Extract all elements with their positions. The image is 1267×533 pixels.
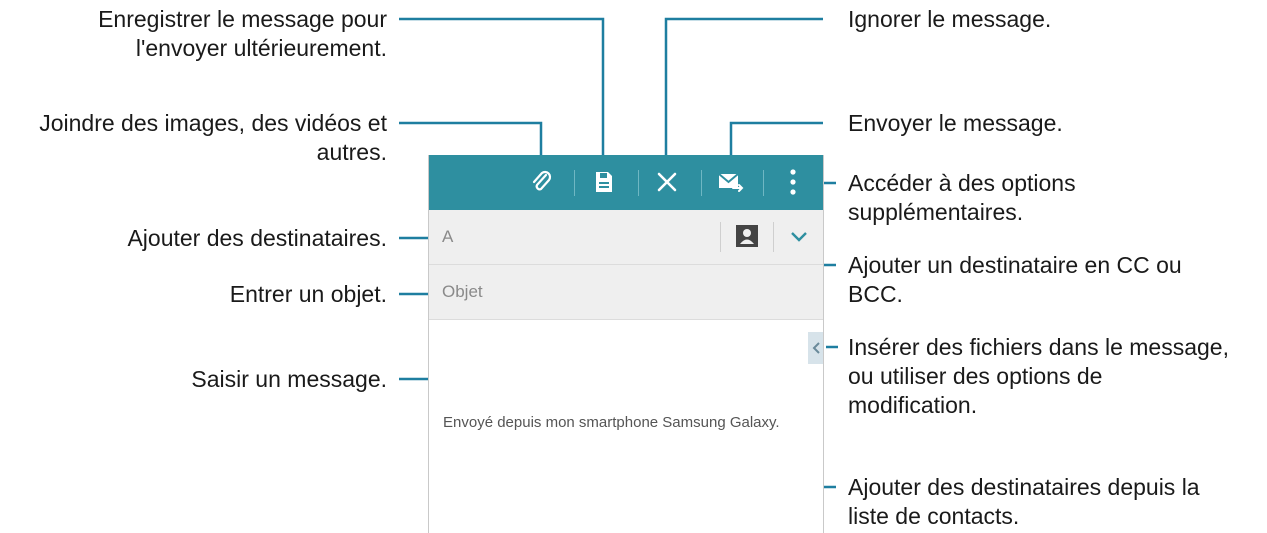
callout-attach: Joindre des images, des vidéos et autres… — [39, 110, 387, 165]
action-separator — [763, 170, 764, 196]
subject-field[interactable]: Objet — [442, 282, 483, 302]
chevron-down-icon — [791, 232, 807, 242]
action-separator — [574, 170, 575, 196]
field-separator — [720, 222, 721, 252]
callout-recipients: Ajouter des destinataires. — [127, 225, 387, 251]
callout-cc-bcc: Ajouter un destinataire en CC ou BCC. — [848, 252, 1182, 307]
save-icon — [596, 172, 612, 192]
contacts-button[interactable] — [735, 224, 759, 248]
to-field[interactable]: A — [442, 227, 453, 247]
action-separator — [638, 170, 639, 196]
action-separator — [701, 170, 702, 196]
signature-text: Envoyé depuis mon smartphone Samsung Gal… — [443, 414, 780, 431]
action-bar — [429, 155, 823, 210]
send-button[interactable] — [712, 163, 750, 201]
more-options-button[interactable] — [774, 163, 812, 201]
callout-send: Envoyer le message. — [848, 110, 1063, 136]
field-separator — [773, 222, 774, 252]
callout-more-options: Accéder à des options supplémentaires. — [848, 170, 1076, 225]
chevron-left-icon — [812, 342, 820, 354]
insert-options-tab[interactable] — [808, 332, 823, 364]
close-icon — [657, 172, 677, 192]
callout-insert: Insérer des fichiers dans le message, ou… — [848, 334, 1229, 418]
discard-callout-line — [664, 17, 823, 160]
cc-bcc-button[interactable] — [786, 224, 812, 250]
to-field-row: A — [429, 210, 823, 265]
save-button[interactable] — [585, 163, 623, 201]
paperclip-icon — [532, 170, 552, 191]
callout-subject: Entrer un objet. — [229, 281, 387, 307]
callout-contacts: Ajouter des destinataires depuis la list… — [848, 474, 1200, 529]
discard-button[interactable] — [648, 163, 686, 201]
subject-field-row: Objet — [429, 265, 823, 320]
callout-save: Enregistrer le message pour l'envoyer ul… — [98, 6, 387, 61]
more-vertical-icon — [790, 169, 796, 195]
save-callout-line — [399, 17, 605, 160]
attach-button[interactable] — [523, 163, 561, 201]
message-body[interactable]: Envoyé depuis mon smartphone Samsung Gal… — [429, 320, 823, 533]
email-composer: A Objet Envoyé depuis mon smartphone Sam… — [428, 155, 824, 533]
callout-discard: Ignorer le message. — [848, 6, 1052, 32]
callout-message: Saisir un message. — [191, 366, 387, 392]
send-icon — [718, 173, 744, 192]
contact-card-icon — [736, 225, 758, 247]
